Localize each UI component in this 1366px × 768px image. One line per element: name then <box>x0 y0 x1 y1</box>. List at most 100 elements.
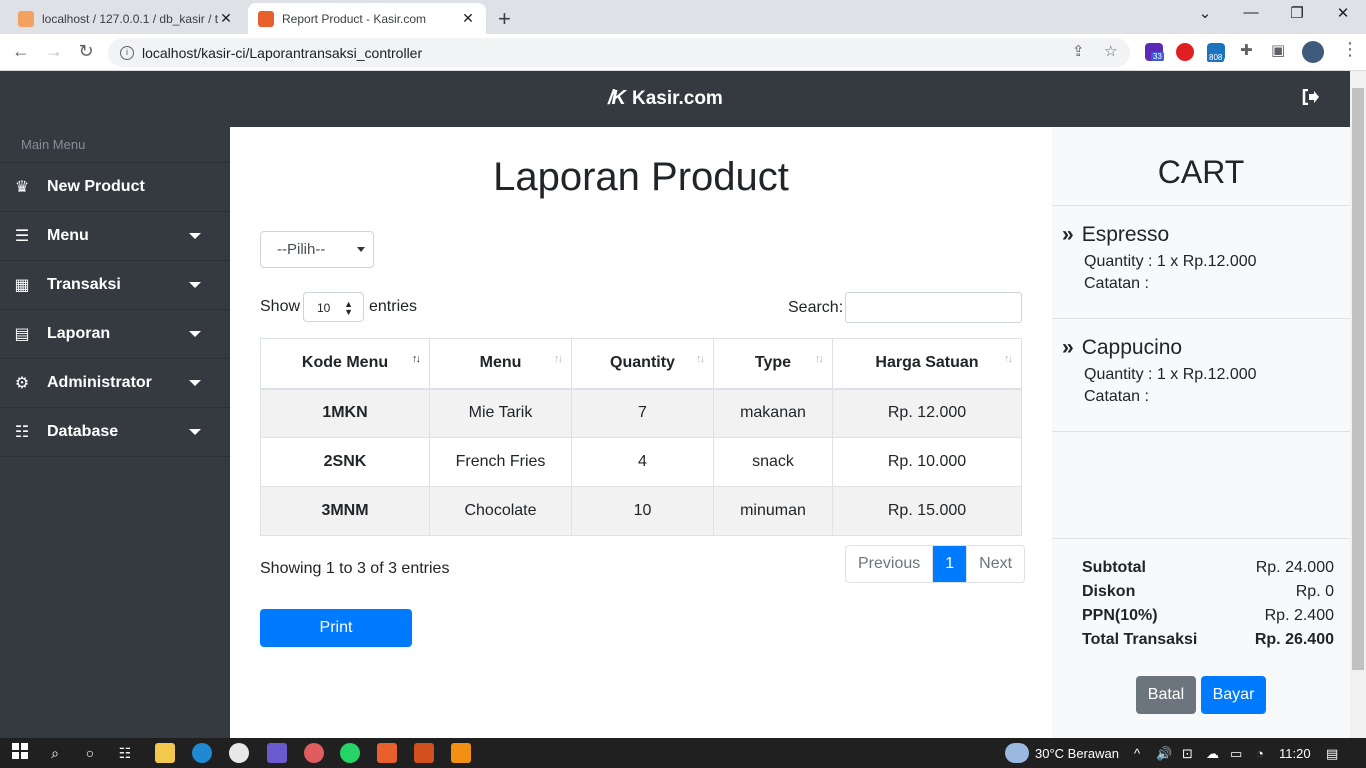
tax-row: PPN(10%) Rp. 2.400 <box>1082 607 1334 631</box>
sidebar-item-transaksi[interactable]: ▦ Transaksi <box>0 261 230 310</box>
sidebar-item-database[interactable]: ☷ Database <box>0 408 230 457</box>
site-info-icon[interactable]: i <box>120 45 134 60</box>
cell-quantity: 7 <box>571 388 714 438</box>
new-tab-icon[interactable]: + <box>498 6 511 32</box>
total-value: Rp. 24.000 <box>1255 559 1334 576</box>
minimize-icon[interactable]: — <box>1241 4 1261 21</box>
search-input[interactable] <box>845 292 1022 323</box>
weather-text[interactable]: 30°C Berawan <box>1035 746 1119 761</box>
speaker-icon[interactable]: 🔊 <box>1156 746 1172 762</box>
sidebar-item-label: Laporan <box>47 325 111 342</box>
extension-808-icon[interactable]: 808 <box>1207 43 1225 62</box>
sidebar-item-label: Menu <box>47 227 89 244</box>
share-icon[interactable]: ⇪ <box>1072 42 1085 60</box>
app-icon[interactable] <box>304 743 324 763</box>
profile-avatar[interactable] <box>1302 41 1324 63</box>
column-label: Harga Satuan <box>875 354 979 372</box>
battery-icon[interactable]: ▭ <box>1230 746 1242 762</box>
previous-button[interactable]: Previous <box>846 546 932 582</box>
sidebar-item-label: New Product <box>47 178 145 195</box>
windows-start-icon[interactable] <box>10 743 30 763</box>
restore-icon[interactable]: ❐ <box>1287 4 1307 22</box>
page-1-button[interactable]: 1 <box>932 546 968 582</box>
browser-toolbar: ← → ↻ i localhost/kasir-ci/Laporantransa… <box>0 34 1366 71</box>
search-icon[interactable]: ⌕ <box>45 743 65 763</box>
column-header-menu[interactable]: Menu ↑↓ <box>429 338 572 390</box>
cart-item-name: Espresso <box>1081 223 1170 246</box>
extension-badge-icon[interactable]: 33 <box>1145 43 1164 61</box>
wifi-icon[interactable]: ◔ <box>1256 746 1264 761</box>
task-view-icon[interactable]: ○ <box>80 743 100 763</box>
caret-down-icon <box>189 331 201 337</box>
filter-select[interactable]: --Pilih-- <box>260 231 374 268</box>
address-bar[interactable]: i localhost/kasir-ci/Laporantransaksi_co… <box>108 38 1130 67</box>
column-label: Menu <box>479 354 522 372</box>
print-button[interactable]: Print <box>260 609 412 647</box>
brand[interactable]: /K Kasir.com <box>608 87 723 110</box>
xampp-icon[interactable] <box>377 743 397 763</box>
extensions-puzzle-icon[interactable]: ✚ <box>1240 41 1253 59</box>
main-content: Laporan Product --Pilih-- Show 10 ▲ ▼ ent… <box>230 127 1052 738</box>
whatsapp-icon[interactable] <box>340 743 360 763</box>
scrollbar-thumb[interactable] <box>1352 88 1364 670</box>
brand-name: Kasir.com <box>632 87 723 109</box>
total-label: Diskon <box>1082 583 1136 600</box>
sort-icon: ↑↓ <box>696 353 705 365</box>
chrome-icon[interactable] <box>229 743 249 763</box>
double-chevron-right-icon: » <box>1062 223 1074 246</box>
column-label: Type <box>754 354 792 372</box>
bookmark-star-icon[interactable]: ☆ <box>1104 42 1117 60</box>
tab-search-icon[interactable]: ⌄ <box>1195 4 1215 22</box>
column-header-kode-menu[interactable]: Kode Menu ↑↓ <box>260 338 430 390</box>
total-label: Subtotal <box>1082 559 1146 576</box>
sort-icon: ↑↓ <box>1004 353 1013 365</box>
file-explorer-icon[interactable] <box>155 743 175 763</box>
page-length-select[interactable]: 10 ▲ ▼ <box>303 292 364 322</box>
back-icon[interactable]: ← <box>10 41 32 62</box>
page-length-value: 10 <box>317 301 331 315</box>
cell-type: minuman <box>713 486 833 536</box>
total-value: Rp. 26.400 <box>1254 631 1334 648</box>
opera-extension-icon[interactable] <box>1176 43 1194 61</box>
column-header-type[interactable]: Type ↑↓ <box>713 338 833 390</box>
table-row: 2SNK French Fries 4 snack Rp. 10.000 <box>260 437 1022 487</box>
page-scrollbar[interactable] <box>1350 71 1366 738</box>
cloud-icon[interactable]: ☁ <box>1206 746 1219 762</box>
pay-button[interactable]: Bayar <box>1201 676 1266 714</box>
reload-icon[interactable]: ↻ <box>75 41 97 62</box>
close-tab-icon[interactable]: ✕ <box>460 10 476 27</box>
close-window-icon[interactable]: ✕ <box>1333 4 1353 22</box>
next-button[interactable]: Next <box>967 546 1024 582</box>
book-icon: ▤ <box>14 326 30 343</box>
sidebar-item-menu[interactable]: ☰ Menu <box>0 212 230 261</box>
chevron-up-icon[interactable]: ^ <box>1134 746 1140 761</box>
cancel-button[interactable]: Batal <box>1136 676 1196 714</box>
total-label: Total Transaksi <box>1082 631 1198 648</box>
cart-item: » Espresso Quantity : 1 x Rp.12.000 Catat… <box>1052 206 1350 319</box>
column-header-harga-satuan[interactable]: Harga Satuan ↑↓ <box>832 338 1022 390</box>
edge-icon[interactable] <box>192 743 212 763</box>
tab-report-product[interactable]: Report Product - Kasir.com ✕ <box>248 3 486 34</box>
network-icon[interactable]: ⊡ <box>1182 746 1193 762</box>
column-header-quantity[interactable]: Quantity ↑↓ <box>571 338 714 390</box>
sublime-text-icon[interactable] <box>451 743 471 763</box>
side-panel-icon[interactable]: ▣ <box>1271 41 1285 59</box>
weather-icon[interactable] <box>1005 743 1029 763</box>
forward-icon[interactable]: → <box>43 41 65 62</box>
sidebar-item-laporan[interactable]: ▤ Laporan <box>0 310 230 359</box>
tab-phpmyadmin[interactable]: localhost / 127.0.0.1 / db_kasir / t ✕ <box>8 3 244 34</box>
widgets-icon[interactable]: ☷ <box>115 743 135 763</box>
app-icon[interactable] <box>267 743 287 763</box>
double-chevron-right-icon: » <box>1062 336 1074 359</box>
logout-icon[interactable] <box>1302 88 1320 110</box>
notifications-icon[interactable]: ▤ <box>1326 746 1338 762</box>
sidebar-item-label: Transaksi <box>47 276 121 293</box>
total-label: PPN(10%) <box>1082 607 1158 624</box>
chrome-menu-icon[interactable]: ⋮ <box>1341 39 1359 60</box>
close-tab-icon[interactable]: ✕ <box>218 10 234 27</box>
clock[interactable]: 11:20 <box>1279 746 1311 761</box>
filezilla-icon[interactable] <box>414 743 434 763</box>
sidebar-item-new-product[interactable]: ♛ New Product <box>0 163 230 212</box>
sidebar-item-administrator[interactable]: ⚙ Administrator <box>0 359 230 408</box>
column-label: Kode Menu <box>301 354 389 372</box>
